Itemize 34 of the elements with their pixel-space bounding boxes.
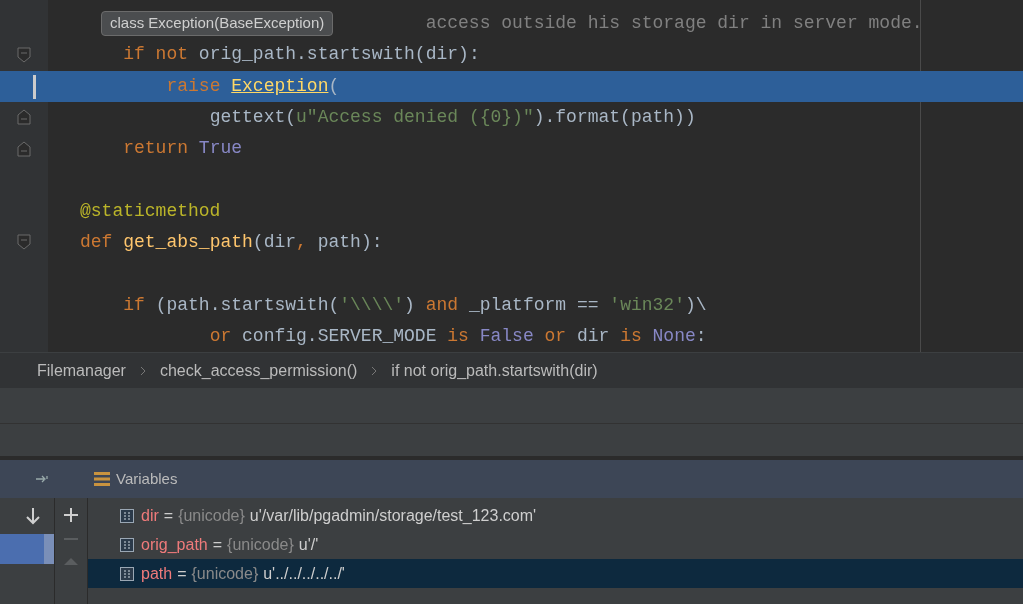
add-icon[interactable] <box>64 508 78 522</box>
code-line: or config.SERVER_MODE is False or dir is None: <box>209 324 707 348</box>
code-line: gettext(u"Access denied ({0})").format(path)) <box>209 105 696 129</box>
chevron-icon <box>371 365 378 376</box>
chevron-icon <box>139 365 146 376</box>
variable-row[interactable]: path = {unicode} u'../../../../../' <box>88 559 1023 588</box>
tooltip: class Exception(BaseException) <box>101 11 334 36</box>
variable-icon <box>120 508 134 523</box>
code-line: def get_abs_path(dir, path): <box>80 231 383 254</box>
variable-row[interactable]: orig_path = {unicode} u'/' <box>88 530 1023 559</box>
variable-text: path = {unicode} u'../../../../../' <box>141 563 345 584</box>
selected-frame[interactable] <box>0 534 54 564</box>
variable-text: orig_path = {unicode} u'/' <box>141 534 319 555</box>
fold-end-icon[interactable] <box>17 140 31 157</box>
variable-icon <box>120 537 134 552</box>
variable-row[interactable]: dir = {unicode} u'/var/lib/pgadmin/storage/test_123.com' <box>88 501 1023 530</box>
variable-text: dir = {unicode} u'/var/lib/pgadmin/storage/test_123.com' <box>141 505 537 526</box>
breadcrumb[interactable]: if not orig_path.startswith(dir) <box>391 358 598 383</box>
panel-title: Variables <box>116 468 178 489</box>
code-line: if not orig_path.startswith(dir): <box>123 43 480 67</box>
breadcrumb[interactable]: Filemanager <box>37 358 126 383</box>
variable-icon <box>120 566 134 581</box>
fold-end-icon[interactable] <box>17 109 31 126</box>
code-line: access outside his storage dir in server mode. <box>425 12 923 36</box>
fold-icon[interactable] <box>17 234 31 251</box>
fold-icon[interactable] <box>17 46 31 63</box>
up-icon[interactable] <box>64 556 78 566</box>
code-line: @staticmethod <box>80 199 221 223</box>
breadcrumb[interactable]: check_access_permission() <box>159 358 358 383</box>
code-line: raise Exception( <box>166 74 340 98</box>
code-line: return True <box>123 137 243 161</box>
down-arrow-icon[interactable] <box>26 507 40 525</box>
list-icon <box>94 471 110 487</box>
code-line: if (path.startswith('\\\\') and _platform == 'win32')\ <box>123 293 707 317</box>
